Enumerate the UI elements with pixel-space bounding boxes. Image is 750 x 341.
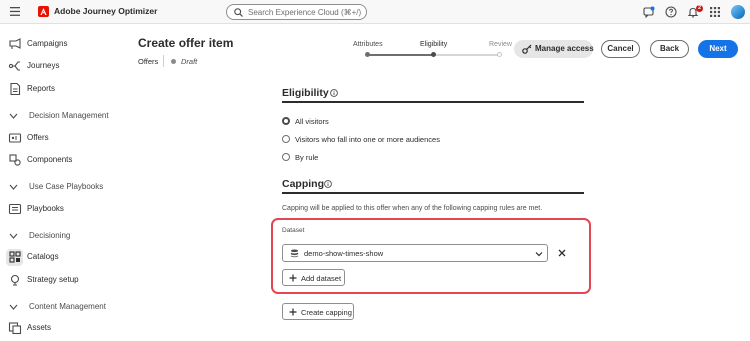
sidebar-item-playbooks[interactable]: Playbooks xyxy=(0,200,124,218)
search-placeholder: Search Experience Cloud (⌘+/) xyxy=(248,8,362,17)
stepper-track-pending xyxy=(433,54,500,56)
add-dataset-label: Add dataset xyxy=(301,273,342,283)
strategy-icon xyxy=(10,274,20,286)
sidebar-item-catalogs[interactable]: Catalogs xyxy=(0,248,124,266)
status-dot xyxy=(171,59,176,64)
sidebar-item-label: Assets xyxy=(27,323,52,332)
sidebar-item-label: Journeys xyxy=(27,61,60,70)
sidebar-item-campaigns[interactable]: Campaigns xyxy=(0,35,124,53)
offers-icon xyxy=(8,133,22,143)
sidebar-item-label: Offers xyxy=(27,133,49,142)
database-icon xyxy=(290,249,299,258)
key-icon xyxy=(522,44,532,54)
reports-icon xyxy=(10,82,21,96)
capping-heading: Capping xyxy=(282,178,324,190)
help-icon[interactable] xyxy=(665,6,677,18)
notification-count-badge: 2 xyxy=(696,5,703,12)
remove-dataset-close-icon[interactable] xyxy=(558,249,566,257)
top-bar: Adobe Journey Optimizer Search Experienc… xyxy=(0,0,750,24)
sidebar-item-assets[interactable]: Assets xyxy=(0,319,124,337)
sidebar-section-content-management[interactable]: Content Management xyxy=(0,298,124,316)
sidebar-item-journeys[interactable]: Journeys xyxy=(0,57,124,75)
radio-all-visitors[interactable] xyxy=(282,117,290,125)
breadcrumb-divider xyxy=(163,55,164,67)
search-icon xyxy=(234,8,243,17)
next-button[interactable]: Next xyxy=(698,40,738,58)
create-capping-label: Create capping xyxy=(301,307,352,317)
radio-audiences[interactable] xyxy=(282,135,290,143)
sidebar-section-label: Decision Management xyxy=(29,111,109,120)
sidebar-item-reports[interactable]: Reports xyxy=(0,80,124,98)
status-badge: Draft xyxy=(181,57,198,66)
manage-access-label: Manage access xyxy=(535,44,594,53)
radio-label-all-visitors: All visitors xyxy=(295,117,329,126)
search-field[interactable]: Search Experience Cloud (⌘+/) xyxy=(226,4,367,20)
capping-divider xyxy=(282,192,584,194)
sidebar-section-label: Content Management xyxy=(29,302,106,311)
step-label-attributes: Attributes xyxy=(353,41,383,48)
step-marker-eligibility[interactable] xyxy=(431,52,436,57)
manage-access-button[interactable]: Manage access xyxy=(514,40,594,58)
chevron-down-icon xyxy=(9,304,18,310)
sidebar-item-label: Campaigns xyxy=(27,39,68,48)
stepper-track-complete xyxy=(367,54,433,56)
cancel-button[interactable]: Cancel xyxy=(601,40,640,58)
apps-grid-icon[interactable] xyxy=(710,7,720,17)
catalogs-icon xyxy=(9,251,21,263)
radio-label-audiences: Visitors who fall into one or more audie… xyxy=(295,135,440,144)
feedback-chat-icon[interactable] xyxy=(643,6,655,18)
sidebar-section-label: Decisioning xyxy=(29,231,71,240)
hamburger-menu-icon[interactable] xyxy=(10,7,20,16)
sidebar-section-decisioning[interactable]: Decisioning xyxy=(0,227,124,245)
sidebar-item-label: Catalogs xyxy=(27,252,59,261)
chevron-down-icon xyxy=(535,252,543,257)
sidebar-item-offers[interactable]: Offers xyxy=(0,129,124,147)
dataset-picker-value: demo-show-times-show xyxy=(304,249,384,258)
step-label-eligibility: Eligibility xyxy=(420,41,448,48)
eligibility-heading: Eligibility xyxy=(282,87,329,99)
sidebar-item-label: Strategy setup xyxy=(27,275,79,284)
playbooks-icon xyxy=(8,203,22,215)
chevron-down-icon xyxy=(9,233,18,239)
journeys-icon xyxy=(8,61,20,71)
adobe-logo-icon xyxy=(38,6,49,17)
sidebar-item-components[interactable]: Components xyxy=(0,151,124,169)
dataset-picker[interactable]: demo-show-times-show xyxy=(282,244,548,262)
sidebar-item-label: Playbooks xyxy=(27,204,64,213)
user-avatar[interactable] xyxy=(731,5,745,19)
add-dataset-button[interactable]: Add dataset xyxy=(282,269,345,286)
radio-label-by-rule: By rule xyxy=(295,153,319,162)
sidebar-section-use-case-playbooks[interactable]: Use Case Playbooks xyxy=(0,178,124,196)
eligibility-divider xyxy=(282,101,584,103)
info-icon[interactable] xyxy=(330,89,338,97)
app-title: Adobe Journey Optimizer xyxy=(54,6,158,16)
info-icon[interactable] xyxy=(324,180,332,188)
sidebar-item-label: Components xyxy=(27,155,73,164)
components-icon xyxy=(9,154,21,166)
plus-icon xyxy=(289,274,297,282)
capping-help-text: Capping will be applied to this offer wh… xyxy=(282,205,543,212)
campaigns-icon xyxy=(9,38,21,49)
sidebar-item-label: Reports xyxy=(27,84,56,93)
dataset-field-label: Dataset xyxy=(282,227,305,234)
chevron-down-icon xyxy=(9,184,18,190)
create-capping-button[interactable]: Create capping xyxy=(282,303,354,320)
sidebar-item-strategy-setup[interactable]: Strategy setup xyxy=(0,271,124,289)
step-marker-review[interactable] xyxy=(497,52,502,57)
radio-by-rule[interactable] xyxy=(282,153,290,161)
step-marker-attributes[interactable] xyxy=(365,52,370,57)
chevron-down-icon xyxy=(9,113,18,119)
breadcrumb-offers[interactable]: Offers xyxy=(138,57,158,66)
sidebar-section-decision-management[interactable]: Decision Management xyxy=(0,107,124,125)
step-label-review: Review xyxy=(489,41,512,48)
sidebar: Campaigns Journeys Reports Decision Mana… xyxy=(0,25,124,341)
assets-icon xyxy=(8,322,22,335)
page-title: Create offer item xyxy=(138,36,234,50)
plus-icon xyxy=(289,308,297,316)
back-button[interactable]: Back xyxy=(650,40,689,58)
sidebar-section-label: Use Case Playbooks xyxy=(29,182,104,191)
